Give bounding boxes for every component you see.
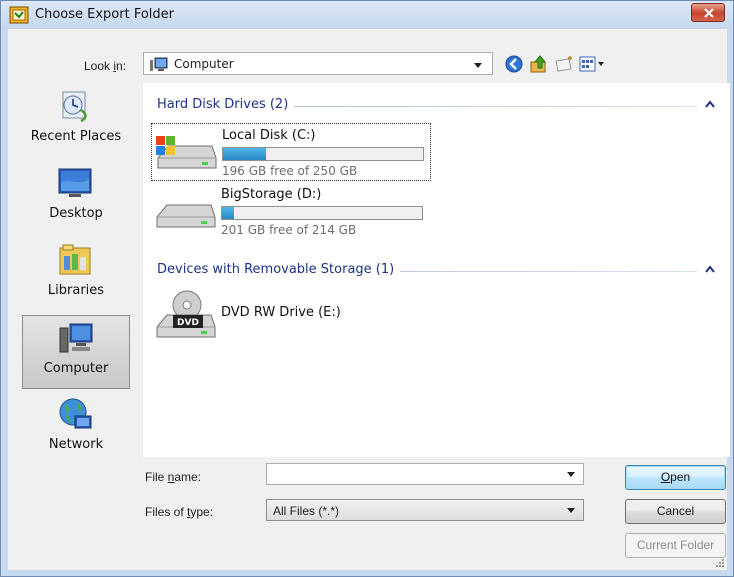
dialog-body: Look in: Computer Recent Places Desktop … <box>8 29 730 570</box>
filetype-label: Files of type: <box>145 505 214 519</box>
drive-name: DVD RW Drive (E:) <box>221 305 341 320</box>
lookin-label: Look in: <box>84 59 127 73</box>
place-label: Network <box>48 437 104 452</box>
capacity-fill <box>222 207 235 219</box>
place-recent-places[interactable]: Recent Places <box>22 84 130 158</box>
close-icon <box>704 8 714 18</box>
chevron-down-icon[interactable] <box>474 63 482 68</box>
drive-item-d[interactable]: BigStorage (D:) 201 GB free of 214 GB <box>151 183 431 241</box>
network-icon <box>59 398 92 429</box>
drive-item-c[interactable]: Local Disk (C:) 196 GB free of 250 GB <box>151 123 431 181</box>
open-button[interactable]: Open <box>625 465 726 490</box>
drive-name: Local Disk (C:) <box>222 128 316 143</box>
up-folder-button[interactable] <box>528 53 550 75</box>
drive-name: BigStorage (D:) <box>221 187 322 202</box>
chevron-up-icon[interactable] <box>705 265 715 273</box>
capacity-fill <box>223 148 267 160</box>
place-computer[interactable]: Computer <box>22 315 130 389</box>
lookin-dropdown[interactable]: Computer <box>143 52 493 75</box>
group-title: Devices with Removable Storage (1) <box>157 262 401 277</box>
capacity-bar <box>221 206 423 220</box>
capacity-bar <box>222 147 424 161</box>
file-list[interactable]: Hard Disk Drives (2) Local Disk (C:) 196… <box>143 83 730 457</box>
place-label: Libraries <box>47 283 105 298</box>
filetype-dropdown[interactable]: All Files (*.*) <box>266 499 584 521</box>
lookin-value: Computer <box>174 57 234 71</box>
current-folder-button[interactable]: Current Folder <box>625 533 726 558</box>
dvd-drive-icon: DVD <box>156 290 216 338</box>
dvd-badge: DVD <box>177 318 199 328</box>
chevron-down-icon[interactable] <box>567 472 575 477</box>
views-menu-icon <box>579 56 604 72</box>
desktop-icon <box>58 168 92 197</box>
hard-drive-icon <box>156 204 216 228</box>
resize-grip-icon[interactable] <box>715 558 725 568</box>
cancel-button[interactable]: Cancel <box>625 499 726 524</box>
chevron-down-icon[interactable] <box>567 508 575 513</box>
place-desktop[interactable]: Desktop <box>22 161 130 235</box>
place-network[interactable]: Network <box>22 392 130 466</box>
up-folder-icon <box>530 55 547 73</box>
labview-icon <box>9 6 29 24</box>
chevron-up-icon[interactable] <box>705 100 715 108</box>
new-folder-icon <box>555 56 572 72</box>
filetype-value: All Files (*.*) <box>273 504 340 518</box>
dialog-window: Choose Export Folder Look in: Computer R… <box>0 0 734 577</box>
place-label: Computer <box>43 361 109 376</box>
computer-icon <box>59 323 93 353</box>
filename-label: File name: <box>145 470 202 484</box>
drive-free-space: 196 GB free of 250 GB <box>222 164 358 178</box>
place-label: Desktop <box>49 206 103 221</box>
group-header-removable[interactable]: Devices with Removable Storage (1) <box>157 262 717 280</box>
place-label: Recent Places <box>30 129 122 144</box>
computer-icon <box>150 57 168 71</box>
windows-drive-icon <box>156 136 217 169</box>
group-title: Hard Disk Drives (2) <box>157 97 295 112</box>
drive-free-space: 201 GB free of 214 GB <box>221 223 357 237</box>
libraries-icon <box>59 244 91 275</box>
drive-item-e[interactable]: DVD DVD RW Drive (E:) <box>151 289 431 347</box>
back-button[interactable] <box>503 53 525 75</box>
place-libraries[interactable]: Libraries <box>22 238 130 312</box>
new-folder-button[interactable] <box>553 53 575 75</box>
back-arrow-icon <box>505 55 523 73</box>
filename-input[interactable] <box>266 463 584 485</box>
views-menu-button[interactable] <box>578 53 610 75</box>
group-header-hdd[interactable]: Hard Disk Drives (2) <box>157 97 717 115</box>
recent-places-icon <box>62 91 87 123</box>
places-bar: Recent Places Desktop Libraries Computer… <box>18 84 131 499</box>
close-button[interactable] <box>691 3 725 22</box>
title-bar[interactable]: Choose Export Folder <box>1 1 733 29</box>
window-title: Choose Export Folder <box>35 7 174 22</box>
